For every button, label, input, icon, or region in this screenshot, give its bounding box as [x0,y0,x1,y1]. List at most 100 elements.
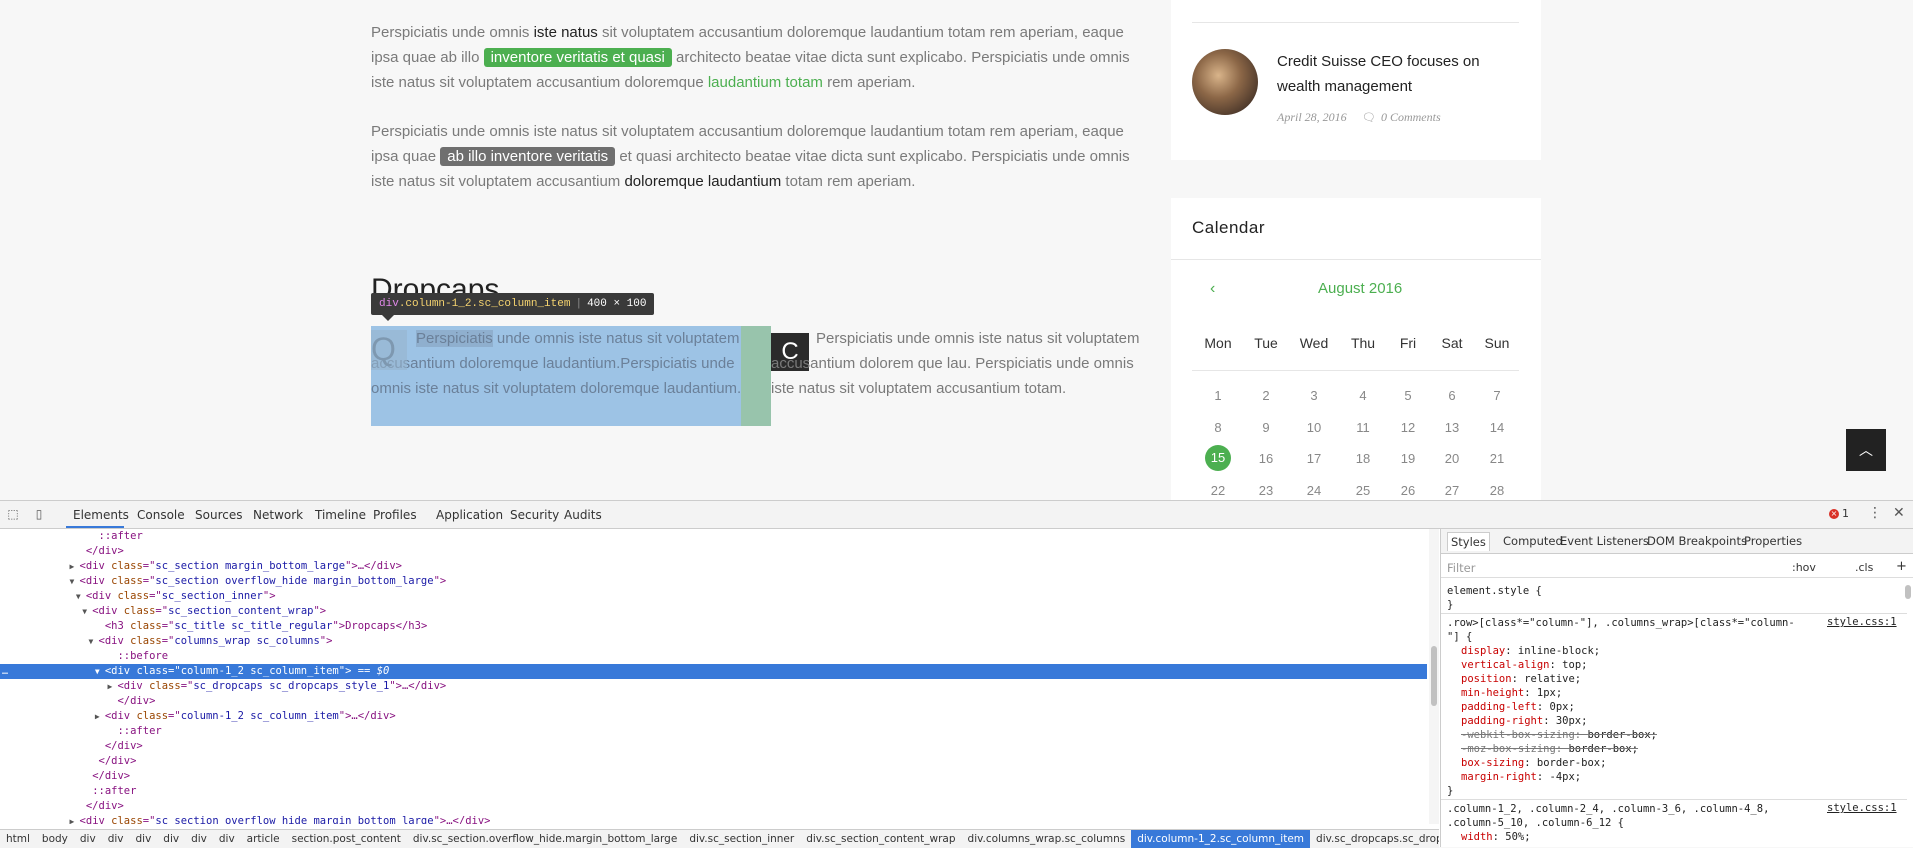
dom-node[interactable]: </div> [0,799,1427,814]
hover-state-toggle[interactable]: :hov [1792,561,1816,574]
calendar-day[interactable]: 27 [1430,483,1474,498]
css-declaration[interactable]: -moz-box-sizing: border-box; [1461,742,1638,756]
dom-node[interactable]: ::after [0,784,1427,799]
tab-security[interactable]: Security [510,508,559,522]
calendar-day[interactable]: 20 [1430,451,1474,466]
breadcrumb-item[interactable]: div.column-1_2.sc_column_item [1131,830,1311,848]
error-counter[interactable]: × 1 [1829,507,1849,520]
calendar-day[interactable]: 28 [1475,483,1519,498]
post-thumbnail[interactable] [1192,49,1258,115]
collapse-arrow-icon[interactable]: ▼ [89,634,99,649]
dom-node[interactable]: </div> [0,544,1427,559]
dom-node[interactable]: </div> [0,769,1427,784]
collapse-arrow-icon[interactable]: ▼ [70,574,80,589]
calendar-day[interactable]: 6 [1430,388,1474,403]
dom-node[interactable]: ::before [0,649,1427,664]
css-declaration[interactable]: vertical-align: top; [1461,658,1587,672]
inline-link[interactable]: laudantium totam [708,74,823,91]
styles-tab-computed[interactable]: Computed [1503,534,1563,548]
dom-node-selected[interactable]: ▼ <div class="column-1_2 sc_column_item">… [0,664,1427,679]
dom-node[interactable]: </div> [0,739,1427,754]
calendar-day[interactable]: 18 [1341,451,1385,466]
calendar-day[interactable]: 8 [1196,420,1240,435]
tab-console[interactable]: Console [137,508,185,522]
calendar-day[interactable]: 16 [1244,451,1288,466]
tab-application[interactable]: Application [436,508,503,522]
css-declaration[interactable]: box-sizing: border-box; [1461,756,1606,770]
breadcrumb-item[interactable]: div [213,830,241,848]
breadcrumb-item[interactable]: div [185,830,213,848]
dom-node[interactable]: ::after [0,724,1427,739]
css-declaration[interactable]: padding-right: 30px; [1461,714,1587,728]
styles-tab-properties[interactable]: Properties [1744,534,1802,548]
more-options-icon[interactable]: ⋮ [1868,505,1882,521]
expand-arrow-icon[interactable]: ▶ [70,559,80,574]
calendar-day[interactable]: 4 [1341,388,1385,403]
breadcrumb-item[interactable]: div.columns_wrap.sc_columns [962,830,1132,848]
calendar-day[interactable]: 26 [1386,483,1430,498]
tab-timeline[interactable]: Timeline [315,508,366,522]
tab-network[interactable]: Network [253,508,303,522]
calendar-day[interactable]: 9 [1244,420,1288,435]
calendar-day[interactable]: 12 [1386,420,1430,435]
styles-scrollbar-thumb[interactable] [1905,585,1911,599]
dom-node[interactable]: ▶ <div class="sc_section margin_bottom_la… [0,559,1427,574]
calendar-day[interactable]: 23 [1244,483,1288,498]
breadcrumb-item[interactable]: div.sc_section_content_wrap [800,830,961,848]
breadcrumb-item[interactable]: div.sc_section.overflow_hide.margin_bott… [407,830,683,848]
dom-node-menu-icon[interactable]: … [2,664,8,679]
css-source-link[interactable]: style.css:1 [1827,802,1897,814]
post-title-link[interactable]: Credit Suisse CEO focuses on wealth mana… [1277,49,1507,99]
dom-node[interactable]: ::after [0,529,1427,544]
calendar-day[interactable]: 2 [1244,388,1288,403]
close-icon[interactable]: ✕ [1893,505,1905,521]
styles-tab-event-listeners[interactable]: Event Listeners [1560,534,1649,548]
breadcrumb-item[interactable]: div.sc_section_inner [683,830,800,848]
post-comments-link[interactable]: 🗨 0 Comments [1362,110,1441,125]
tab-sources[interactable]: Sources [195,508,242,522]
breadcrumb-item[interactable]: div [74,830,102,848]
css-source-link[interactable]: style.css:1 [1827,616,1897,628]
calendar-day[interactable]: 5 [1386,388,1430,403]
calendar-day[interactable]: 3 [1292,388,1336,403]
dom-node[interactable]: ▶ <div class="column-1_2 sc_column_item">… [0,709,1427,724]
breadcrumb-item[interactable]: div.sc_dropcaps.sc_dropcaps_style_1 [1310,830,1439,848]
breadcrumb-item[interactable]: body [36,830,74,848]
styles-tab-styles[interactable]: Styles [1447,532,1490,551]
dom-node[interactable]: ▶ <div class="sc_dropcaps sc_dropcaps_sty… [0,679,1427,694]
css-declaration[interactable]: min-height: 1px; [1461,686,1562,700]
collapse-arrow-icon[interactable]: ▼ [82,604,92,619]
expand-arrow-icon[interactable]: ▶ [95,709,105,724]
dom-node[interactable]: ▼ <div class="sc_section overflow_hide ma… [0,574,1427,589]
tab-audits[interactable]: Audits [564,508,602,522]
dom-node[interactable]: </div> [0,694,1427,709]
calendar-day[interactable]: 22 [1196,483,1240,498]
dom-scrollbar-thumb[interactable] [1431,646,1437,706]
breadcrumb-item[interactable]: section.post_content [286,830,407,848]
css-declaration[interactable]: position: relative; [1461,672,1581,686]
breadcrumb-item[interactable]: article [241,830,286,848]
dom-node[interactable]: ▼ <div class="columns_wrap sc_columns"> [0,634,1427,649]
calendar-day[interactable]: 19 [1386,451,1430,466]
device-toolbar-icon[interactable]: ▯ [31,506,47,522]
styles-tab-dom-breakpoints[interactable]: DOM Breakpoints [1647,534,1747,548]
breadcrumb-item[interactable]: div [102,830,130,848]
tab-profiles[interactable]: Profiles [373,508,417,522]
breadcrumb-item[interactable]: div [129,830,157,848]
expand-arrow-icon[interactable]: ▶ [107,679,117,694]
calendar-prev-button[interactable]: ‹ [1210,280,1215,298]
inspect-element-icon[interactable]: ⬚ [5,506,21,522]
expand-arrow-icon[interactable]: ▶ [70,814,80,824]
css-declaration[interactable]: margin-right: -4px; [1461,770,1581,784]
calendar-day[interactable]: 25 [1341,483,1385,498]
new-rule-button[interactable]: + [1896,559,1907,574]
calendar-day[interactable]: 14 [1475,420,1519,435]
class-toggle[interactable]: .cls [1855,561,1873,574]
css-declaration[interactable]: -webkit-box-sizing: border-box; [1461,728,1657,742]
css-declaration[interactable]: width: 50%; [1461,830,1531,844]
calendar-day[interactable]: 1 [1196,388,1240,403]
dom-node[interactable]: ▼ <div class="sc_section_inner"> [0,589,1427,604]
css-declaration[interactable]: padding-left: 0px; [1461,700,1575,714]
dom-node[interactable]: </div> [0,754,1427,769]
calendar-day[interactable]: 21 [1475,451,1519,466]
